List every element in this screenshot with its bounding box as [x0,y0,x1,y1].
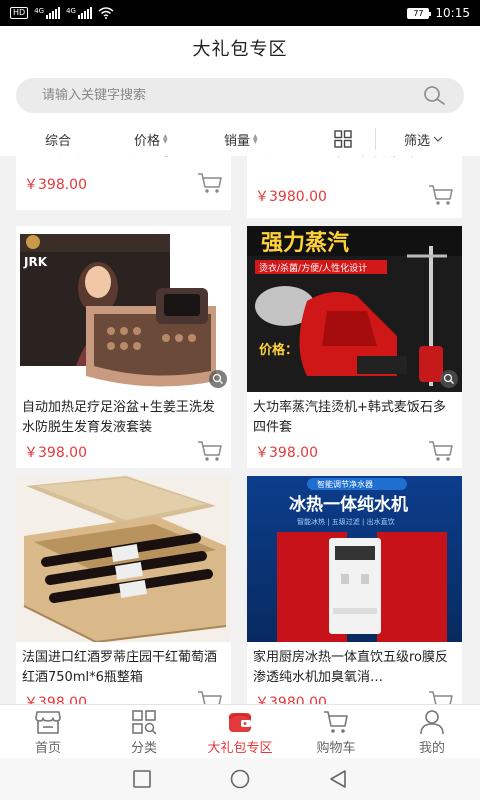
bottom-tab-bar: 首页 分类 大礼包专区 购物车 我的 [0,704,480,758]
signal-strength-icon: 4G [66,7,92,19]
product-name: 法国进口红酒罗蒂庄园干红葡萄酒红酒750ml*6瓶整箱 [22,650,218,685]
add-to-cart-icon[interactable] [428,690,454,704]
divider [375,128,376,150]
wine-box-image [16,476,231,642]
add-to-cart-icon[interactable] [197,690,223,704]
clock: 10:15 [435,6,470,20]
system-nav-bar [0,758,480,800]
price-row: ￥398.00 [247,438,462,468]
sort-comprehensive[interactable]: 综合 [45,130,71,149]
chevron-down-icon [433,136,443,142]
search-input[interactable] [42,88,422,103]
cart-icon [324,711,348,733]
product-image: 智能调节净水器 冰热一体纯水机 智能冰热 | 五级过滤 | 出水直饮 [247,476,462,642]
product-card[interactable]: 法国进口红酒罗蒂庄园干红葡萄酒红酒750ml*6瓶整箱 ￥398.00 [16,476,231,704]
add-to-cart-icon[interactable] [197,172,223,194]
tab-gift-package[interactable]: 大礼包专区 [192,705,288,759]
svg-text:价格：: 价格： [259,342,298,358]
wifi-icon [98,7,114,19]
product-card[interactable]: 电动扫地机+沙金项链+紫 ￥398.00 [16,156,231,210]
search-box[interactable] [16,78,464,113]
gift-wallet-icon [228,713,252,732]
price-row: ￥3980.00 [247,688,462,704]
sort-comprehensive-label: 综合 [45,133,72,149]
hd-badge: HD [10,7,29,19]
page-title: 大礼包专区 [192,39,288,60]
price-row: ￥398.00 [16,688,231,704]
product-price: ￥3980.00 [255,189,327,205]
sort-bar: 综合 价格 ▲ ▼ 销量 ▲ ▼ 筛选 [0,122,480,156]
title-bar: 大礼包专区 [0,26,480,70]
svg-text:智能冰热 | 五级过滤 | 出水直饮: 智能冰热 | 五级过滤 | 出水直饮 [297,517,395,526]
product-price: ￥398.00 [24,445,87,461]
zoom-icon[interactable] [209,370,227,388]
product-name: 航天纪念毛主席金书收藏大礼包 [247,156,462,182]
product-card[interactable]: JRK 自动加热足疗足浴盆+生姜王洗发水防脱生发育发液套装 ￥398.00 [16,226,231,468]
product-name: 电动扫地机+沙金项链+紫 [16,156,231,170]
search-icon[interactable] [422,84,446,108]
status-bar: HD 4G 4G 77 10:15 [0,0,480,26]
product-price: ￥3980.00 [255,695,327,704]
steamer-image: 强力蒸汽 烫衣/杀菌/方便/人性化设计 价格： [247,226,462,392]
svg-text:JRK: JRK [23,255,48,269]
price-row: ￥3980.00 [247,182,462,212]
product-name: 大功率蒸汽挂烫机+韩式麦饭石多四件套 [253,400,446,435]
sort-arrows-icon: ▲ ▼ [253,133,258,145]
tab-mine[interactable]: 我的 [384,705,480,759]
home-circle-icon[interactable] [229,768,251,790]
status-left: HD 4G 4G [10,7,114,19]
tab-cart[interactable]: 购物车 [288,705,384,759]
tab-home-label: 首页 [34,741,61,756]
product-price: ￥398.00 [24,695,87,704]
battery-icon: 77 [407,7,432,19]
svg-text:智能调节净水器: 智能调节净水器 [317,479,373,489]
product-name: 自动加热足疗足浴盆+生姜王洗发水防脱生发育发液套装 [22,400,215,435]
home-store-icon [35,711,61,734]
tab-mine-label: 我的 [418,741,445,756]
grid-view-icon[interactable] [334,130,352,148]
tab-category[interactable]: 分类 [96,705,192,759]
user-icon [420,710,444,735]
price-row: ￥398.00 [16,170,231,200]
recent-apps-icon[interactable] [131,768,153,790]
product-image [16,476,231,642]
svg-text:烫衣/杀菌/方便/人性化设计: 烫衣/杀菌/方便/人性化设计 [259,262,367,274]
product-name: 家用厨房冰热一体直饮五级ro膜反渗透纯水机加臭氧消… [253,650,449,685]
product-card[interactable]: 智能调节净水器 冰热一体纯水机 智能冰热 | 五级过滤 | 出水直饮 家用厨房冰… [247,476,462,704]
filter-label: 筛选 [404,133,431,149]
search-area [0,70,480,122]
add-to-cart-icon[interactable] [428,184,454,206]
water-purifier-image: 智能调节净水器 冰热一体纯水机 智能冰热 | 五级过滤 | 出水直饮 [247,476,462,642]
zoom-icon[interactable] [440,370,458,388]
tab-category-label: 分类 [130,741,157,756]
filter-button[interactable]: 筛选 [404,130,443,149]
sort-arrows-icon: ▲ ▼ [163,133,168,145]
foot-bath-image: JRK [16,226,231,392]
sort-sales[interactable]: 销量 ▲ ▼ [224,130,258,149]
product-image: 强力蒸汽 烫衣/杀菌/方便/人性化设计 价格： [247,226,462,392]
add-to-cart-icon[interactable] [428,440,454,462]
product-price: ￥398.00 [24,177,87,193]
screen: HD 4G 4G 77 10:15 大礼包专区 请输入关键字搜索 综合 价格 ▲… [0,0,480,800]
sort-price[interactable]: 价格 ▲ ▼ [134,130,168,149]
product-price: ￥398.00 [255,445,318,461]
tab-gift-package-label: 大礼包专区 [207,741,273,756]
sort-sales-label: 销量 [224,133,251,149]
product-image: JRK [16,226,231,392]
price-row: ￥398.00 [16,438,231,468]
product-grid: 电动扫地机+沙金项链+紫 ￥398.00 航天纪念毛主席金书收藏大礼包 ￥398… [0,156,480,704]
product-card[interactable]: 强力蒸汽 烫衣/杀菌/方便/人性化设计 价格： 大功率蒸汽挂烫机+韩式麦饭石多四… [247,226,462,468]
back-triangle-icon[interactable] [327,768,349,790]
tab-cart-label: 购物车 [316,741,356,756]
sort-price-label: 价格 [134,133,161,149]
tab-home[interactable]: 首页 [0,705,96,759]
category-grid-icon [132,710,157,735]
signal-strength-icon: 4G [34,7,61,19]
status-right: 77 10:15 [407,6,470,20]
svg-text:强力蒸汽: 强力蒸汽 [261,230,349,256]
product-card[interactable]: 航天纪念毛主席金书收藏大礼包 ￥3980.00 [247,156,462,218]
svg-text:冰热一体纯水机: 冰热一体纯水机 [289,494,408,515]
add-to-cart-icon[interactable] [197,440,223,462]
